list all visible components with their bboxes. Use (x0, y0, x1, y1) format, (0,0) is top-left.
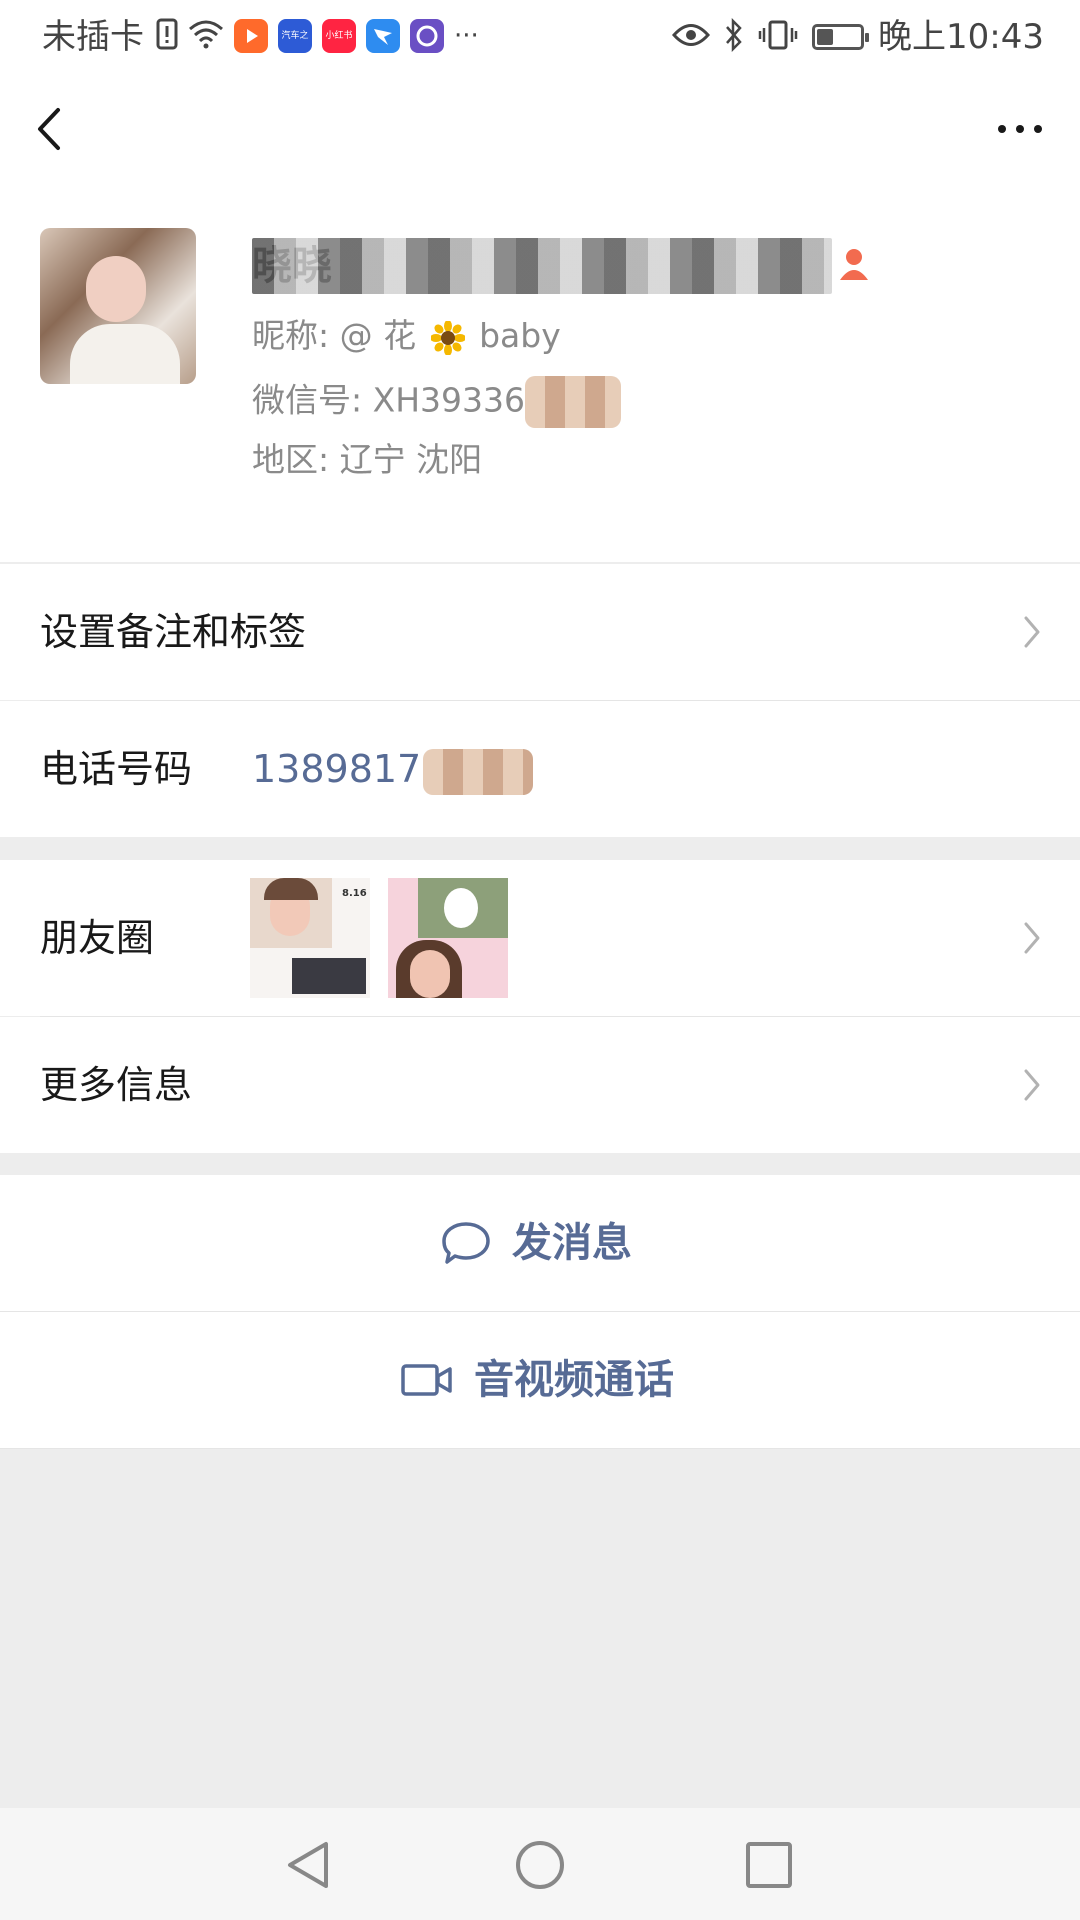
dingtalk-app-icon (366, 19, 400, 53)
top-navigation (0, 74, 1080, 194)
moments-label: 朋友圈 (40, 916, 155, 960)
remark-tags-label: 设置备注和标签 (40, 610, 307, 654)
wechat-id: 微信号: XH39336 (252, 380, 526, 420)
autohome-app-label: 汽车之家 (281, 31, 309, 41)
thumbnail-1-second-photo (292, 958, 366, 994)
chevron-right-icon (1024, 1069, 1040, 1101)
nickname-prefix: 昵称: @ 花 (252, 316, 417, 355)
thumbnail-1-hair (264, 878, 318, 900)
back-button[interactable] (28, 100, 76, 158)
eye-icon (672, 22, 711, 52)
video-app-icon (234, 19, 268, 53)
phone-label: 电话号码 (40, 747, 193, 791)
video-camera-icon (401, 1364, 452, 1396)
battery-icon (812, 24, 870, 50)
sunflower-icon (429, 319, 466, 356)
video-call-button[interactable]: 音视频通话 (0, 1312, 1080, 1448)
system-nav-bar (0, 1808, 1080, 1920)
nickname-line: 昵称: @ 花 baby (252, 314, 561, 358)
more-horizontal-icon (998, 125, 1042, 133)
moments-row[interactable]: 朋友圈 8.16 (0, 860, 1080, 1016)
remark-tags-row[interactable]: 设置备注和标签 (0, 564, 1080, 700)
video-call-content: 音视频通话 (400, 1312, 674, 1448)
more-info-label: 更多信息 (40, 1063, 193, 1107)
avatar-body (70, 324, 180, 384)
carrier-label: 未插卡 (42, 17, 144, 57)
person-icon (836, 246, 872, 282)
misc-app-icon (410, 19, 444, 53)
status-right: 晚上10:43 (672, 16, 1044, 58)
video-call-label: 音视频通话 (474, 1357, 674, 1403)
phone-number-line: 1389817 (252, 745, 534, 795)
wechat-id-redaction-mosaic (525, 376, 622, 428)
moments-thumbnail-1: 8.16 (250, 878, 370, 998)
status-bar: 未插卡 汽车之家 小红书 ··· 晚上10: (0, 0, 1080, 74)
thumbnail-2-flower (444, 888, 478, 928)
nav-home-circle-icon[interactable] (513, 1838, 567, 1892)
chevron-right-icon (1024, 922, 1040, 954)
phone-row: 电话号码 1389817 (0, 701, 1080, 837)
send-message-button[interactable]: 发消息 (0, 1175, 1080, 1311)
moments-thumbnail-2 (388, 878, 508, 998)
more-options-button[interactable] (992, 114, 1048, 144)
chevron-left-icon (38, 108, 60, 150)
alert-icon (156, 18, 178, 54)
thumbnail-2-face (410, 950, 450, 998)
battery-fill (817, 29, 834, 45)
action-divider (0, 1448, 1080, 1449)
nickname-suffix: baby (479, 316, 561, 355)
phone-number[interactable]: 1389817 (252, 747, 421, 791)
chat-bubble-icon (442, 1222, 490, 1264)
notification-icons: 汽车之家 小红书 ··· (156, 18, 479, 54)
vibrate-icon (758, 19, 798, 55)
send-message-content: 发消息 (440, 1175, 632, 1311)
more-notifications-label: ··· (454, 21, 479, 51)
xiaohongshu-app-icon: 小红书 (322, 19, 356, 53)
region-line: 地区: 辽宁 沈阳 (252, 440, 483, 479)
autohome-app-icon: 汽车之家 (278, 19, 312, 53)
avatar-face (86, 256, 146, 322)
wifi-icon (188, 19, 224, 53)
bluetooth-icon (724, 17, 744, 56)
send-message-label: 发消息 (512, 1220, 632, 1266)
nav-recents-square-icon[interactable] (742, 1838, 796, 1892)
clock: 晚上10:43 (878, 17, 1044, 57)
avatar[interactable] (40, 228, 196, 384)
wechat-id-line: 微信号: XH39336 (252, 376, 622, 428)
profile-card: 晓晓 昵称: @ 花 baby 微信号: XH39336 地区: 辽宁 沈阳 (0, 194, 1080, 562)
thumbnail-1-photo (250, 878, 332, 948)
name-redaction-mosaic (252, 238, 832, 294)
more-info-row[interactable]: 更多信息 (0, 1017, 1080, 1153)
phone-redaction-mosaic (423, 748, 534, 795)
display-name: 晓晓 (252, 238, 832, 294)
xiaohongshu-app-label: 小红书 (325, 31, 353, 41)
chevron-right-icon (1024, 616, 1040, 648)
thumbnail-1-caption: 8.16 (342, 888, 367, 899)
nav-back-triangle-icon[interactable] (282, 1838, 336, 1892)
